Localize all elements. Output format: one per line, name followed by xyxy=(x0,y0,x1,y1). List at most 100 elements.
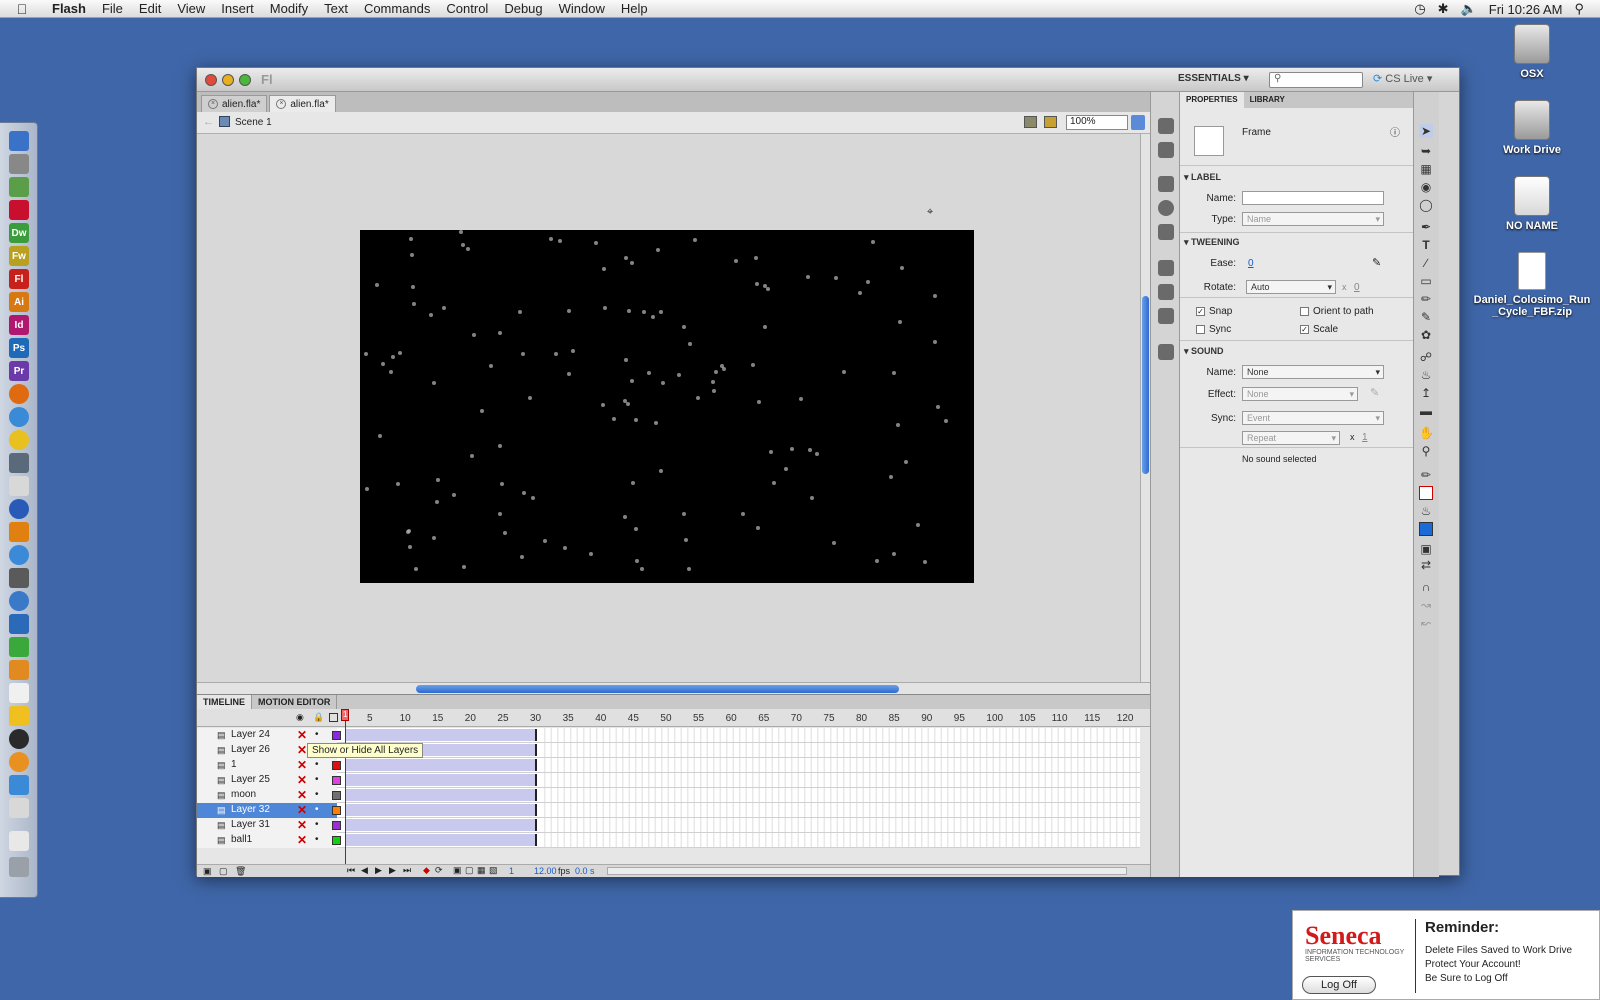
empty-frames[interactable] xyxy=(539,818,1140,832)
menu-file[interactable]: File xyxy=(94,1,131,16)
empty-frames[interactable] xyxy=(539,758,1140,772)
3d-rotation-tool-icon[interactable]: ◉ xyxy=(1419,180,1433,194)
layer-frame-span[interactable] xyxy=(345,759,537,771)
layer-outline-color[interactable] xyxy=(332,731,341,740)
lock-toggle-dot[interactable]: • xyxy=(315,833,319,847)
rectangle-tool-icon[interactable]: ▭ xyxy=(1419,274,1433,288)
stage-horizontal-scrollbar[interactable] xyxy=(197,682,1150,694)
system-preferences-icon[interactable] xyxy=(9,154,29,174)
pen-tool-icon[interactable]: ✒ xyxy=(1419,220,1433,234)
last-frame-icon[interactable]: ⏭ xyxy=(403,865,411,876)
delete-layer-icon[interactable]: 🗑 xyxy=(235,866,246,877)
hidden-layer-icon[interactable]: ✕ xyxy=(297,743,307,757)
layer-row[interactable]: ▤ moon ✕ • xyxy=(197,788,1140,803)
stage-canvas[interactable] xyxy=(360,230,974,583)
layer-row[interactable]: ▤ 1 ✕ • xyxy=(197,758,1140,773)
modify-markers-icon[interactable]: ▧ xyxy=(489,865,498,876)
layer-row[interactable]: ▤ Layer 31 ✕ • xyxy=(197,818,1140,833)
desktop-icon-work-drive[interactable]: Work Drive xyxy=(1472,100,1592,156)
layer-frame-span[interactable] xyxy=(345,834,537,846)
workspace-switcher[interactable]: ESSENTIALS ▾ xyxy=(1178,73,1249,84)
empty-frames[interactable] xyxy=(539,788,1140,802)
new-folder-icon[interactable]: ▢ xyxy=(219,866,228,877)
layer-name[interactable]: Layer 32 xyxy=(231,804,270,815)
layer-row[interactable]: ▤ Layer 24 ✕ • xyxy=(197,728,1140,743)
help-search-input[interactable]: ⚲ xyxy=(1269,72,1363,88)
acrobat-icon[interactable] xyxy=(9,200,29,220)
layer-outline-color[interactable] xyxy=(332,836,341,845)
sync-checkbox[interactable]: Sync xyxy=(1196,324,1231,335)
app-store-icon[interactable] xyxy=(9,775,29,795)
deco-tool-icon[interactable]: ✿ xyxy=(1419,328,1433,342)
transform-panel-icon[interactable] xyxy=(1158,224,1174,240)
premiere-icon[interactable]: Pr xyxy=(9,361,29,381)
empty-frames[interactable] xyxy=(539,803,1140,817)
frame-label-name-input[interactable] xyxy=(1242,191,1384,205)
snap-checkbox[interactable]: ✓ Snap xyxy=(1196,306,1232,317)
stroke-color-swatch[interactable] xyxy=(1419,486,1433,500)
flash-icon[interactable]: Fl xyxy=(9,269,29,289)
empty-frames[interactable] xyxy=(539,833,1140,847)
paint-bucket-tool-icon[interactable]: ♨ xyxy=(1419,368,1433,382)
imovie-icon[interactable] xyxy=(9,568,29,588)
text-tool-icon[interactable]: T xyxy=(1419,238,1433,252)
rotate-select[interactable]: Auto ▾ xyxy=(1246,280,1336,294)
layer-outline-color[interactable] xyxy=(332,776,341,785)
document-tab-1[interactable]: × alien.fla* xyxy=(201,95,268,112)
menu-view[interactable]: View xyxy=(169,1,213,16)
layer-row[interactable]: ▤ Layer 32 ✕ • xyxy=(197,803,1140,818)
brush-tool-icon[interactable]: ✎ xyxy=(1419,310,1433,324)
script-editor-icon[interactable] xyxy=(9,683,29,703)
window-titlebar[interactable]: Fl ESSENTIALS ▾ ⚲ ⟳ CS Live ▾ xyxy=(197,68,1459,92)
lock-toggle-dot[interactable]: • xyxy=(315,818,319,832)
motion-presets-icon[interactable] xyxy=(1158,308,1174,324)
pencil-tool-icon[interactable]: ✏ xyxy=(1419,292,1433,306)
firefox-icon[interactable] xyxy=(9,384,29,404)
smooth-icon[interactable]: ↝ xyxy=(1419,598,1433,612)
hidden-layer-icon[interactable]: ✕ xyxy=(297,728,307,742)
menu-commands[interactable]: Commands xyxy=(356,1,438,16)
effect-select[interactable]: None ▾ xyxy=(1242,387,1358,401)
loop-icon[interactable]: ⟳ xyxy=(435,865,443,876)
current-frame-value[interactable]: 1 xyxy=(509,866,514,876)
label-section-header[interactable]: ▾ LABEL xyxy=(1184,172,1221,183)
layer-row[interactable]: ▤ Layer 25 ✕ • xyxy=(197,773,1140,788)
maya-icon[interactable] xyxy=(9,637,29,657)
edit-ease-icon[interactable]: ✎ xyxy=(1372,256,1381,269)
zoom-input[interactable]: 100% xyxy=(1066,115,1128,130)
utility-icon[interactable] xyxy=(9,706,29,726)
layer-name-cell[interactable]: ▤ Layer 32 ✕ • xyxy=(197,803,341,818)
tab-timeline[interactable]: TIMELINE xyxy=(197,695,252,709)
layer-name[interactable]: Layer 31 xyxy=(231,819,270,830)
lock-toggle-dot[interactable]: • xyxy=(315,788,319,802)
menu-help[interactable]: Help xyxy=(613,1,656,16)
finder-icon[interactable] xyxy=(9,131,29,151)
empty-frames[interactable] xyxy=(539,773,1140,787)
swatches-panel-icon[interactable] xyxy=(1158,142,1174,158)
ease-value[interactable]: 0 xyxy=(1248,258,1254,269)
outline-icon[interactable] xyxy=(329,713,338,722)
edit-symbols-icon[interactable] xyxy=(1044,116,1057,128)
menu-app-name[interactable]: Flash xyxy=(44,1,94,16)
itunes-icon[interactable] xyxy=(9,545,29,565)
hand-tool-icon[interactable]: ✋ xyxy=(1419,426,1434,440)
menu-window[interactable]: Window xyxy=(551,1,613,16)
scale-checkbox[interactable]: ✓ Scale xyxy=(1300,324,1338,335)
rotate-count[interactable]: 0 xyxy=(1354,282,1360,293)
photoshop-icon[interactable]: Ps xyxy=(9,338,29,358)
tweening-section-header[interactable]: ▾ TWEENING xyxy=(1184,237,1240,248)
close-tab-icon[interactable]: × xyxy=(276,99,287,109)
pages-icon[interactable] xyxy=(9,660,29,680)
desktop-icon-no-name[interactable]: NO NAME xyxy=(1472,176,1592,232)
empty-frames[interactable] xyxy=(539,728,1140,742)
sound-name-select[interactable]: None ▾ xyxy=(1242,365,1384,379)
edit-envelope-icon[interactable]: ✎ xyxy=(1370,386,1379,399)
lock-toggle-dot[interactable]: • xyxy=(315,773,319,787)
color-panel-icon[interactable] xyxy=(1158,118,1174,134)
hidden-layer-icon[interactable]: ✕ xyxy=(297,773,307,787)
horizontal-scroll-thumb[interactable] xyxy=(416,685,899,693)
eye-icon[interactable]: ◉ xyxy=(296,712,304,723)
illustrator-icon[interactable]: Ai xyxy=(9,292,29,312)
repeat-select[interactable]: Repeat ▾ xyxy=(1242,431,1340,445)
preview-icon[interactable] xyxy=(9,453,29,473)
